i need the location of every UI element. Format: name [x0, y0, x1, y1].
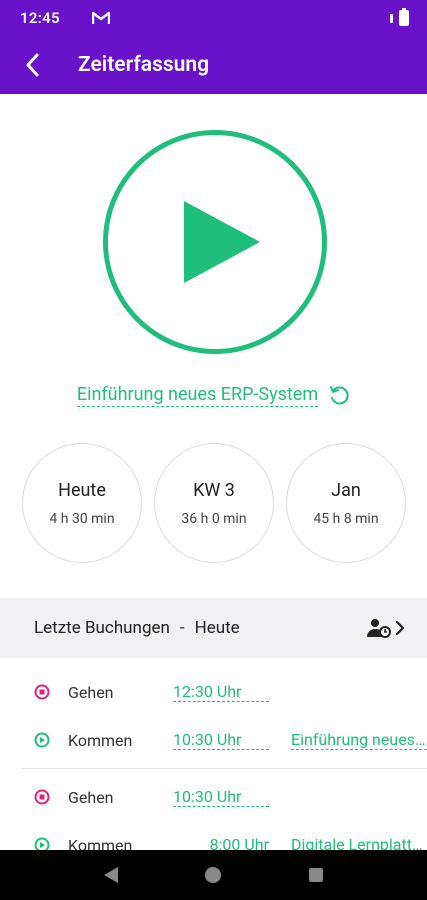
- list-item[interactable]: Gehen 10:30 Uhr: [0, 773, 427, 821]
- list-item[interactable]: Gehen 12:30 Uhr: [0, 668, 427, 716]
- page-title: Zeiterfassung: [78, 53, 210, 77]
- stat-value: 45 h 8 min: [313, 510, 379, 527]
- reset-button[interactable]: [328, 385, 350, 407]
- chevron-left-icon: [26, 53, 39, 77]
- project-row: Einführung neues ERP-System: [0, 384, 427, 407]
- system-nav-bar: [0, 850, 427, 900]
- stats-row: Heute 4 h 30 min KW 3 36 h 0 min Jan 45 …: [22, 443, 406, 563]
- undo-icon: [330, 385, 349, 404]
- stat-month: Jan 45 h 8 min: [286, 443, 406, 563]
- nav-home-button[interactable]: [193, 855, 233, 895]
- play-circle-icon: [34, 732, 50, 748]
- booking-type: Gehen: [68, 787, 114, 807]
- section-separator: -: [179, 618, 185, 638]
- app-bar: Zeiterfassung: [0, 36, 427, 94]
- stat-value: 4 h 30 min: [49, 510, 115, 527]
- status-indicators: [390, 8, 409, 26]
- list-divider: [22, 768, 427, 769]
- booking-time[interactable]: 10:30 Uhr: [173, 787, 269, 807]
- user-bookings-button[interactable]: [367, 618, 405, 638]
- status-bar: 12:45: [0, 0, 427, 36]
- nav-back-button[interactable]: [91, 855, 131, 895]
- stat-label: Jan: [331, 479, 361, 501]
- stat-label: Heute: [58, 479, 106, 501]
- stop-icon: [34, 684, 50, 700]
- square-recents-icon: [308, 868, 323, 882]
- booking-time[interactable]: 12:30 Uhr: [173, 682, 269, 702]
- booking-time[interactable]: 10:30 Uhr: [173, 730, 269, 750]
- stat-today: Heute 4 h 30 min: [22, 443, 142, 563]
- status-time: 12:45: [20, 9, 60, 27]
- stat-label: KW 3: [193, 479, 235, 501]
- project-link[interactable]: Einführung neues ERP-System: [76, 384, 319, 407]
- circle-home-icon: [205, 867, 222, 883]
- start-timer-button[interactable]: [103, 130, 327, 354]
- section-day: Heute: [194, 618, 240, 638]
- user-clock-icon: [367, 619, 391, 638]
- stat-week: KW 3 36 h 0 min: [154, 443, 274, 563]
- bookings-list: Gehen 12:30 Uhr Kommen 10:30 Uhr Einführ…: [0, 668, 427, 869]
- list-item[interactable]: Kommen 10:30 Uhr Einführung neues ERP-Sy…: [0, 716, 427, 764]
- booking-type: Gehen: [68, 682, 114, 702]
- booking-project[interactable]: Einführung neues ERP-System: [291, 730, 427, 750]
- battery-icon: [399, 8, 409, 26]
- triangle-back-icon: [104, 867, 119, 883]
- back-button[interactable]: [0, 36, 64, 94]
- nav-recents-button[interactable]: [296, 855, 336, 895]
- section-title: Letzte Buchungen: [34, 618, 170, 638]
- signal-icon: [390, 13, 393, 23]
- stop-icon: [34, 789, 50, 805]
- chevron-right-icon: [395, 620, 405, 636]
- gmail-icon: [91, 10, 112, 26]
- bookings-header: Letzte Buchungen - Heute: [0, 598, 427, 658]
- booking-type: Kommen: [68, 730, 133, 750]
- play-icon: [184, 201, 260, 283]
- stat-value: 36 h 0 min: [181, 510, 247, 527]
